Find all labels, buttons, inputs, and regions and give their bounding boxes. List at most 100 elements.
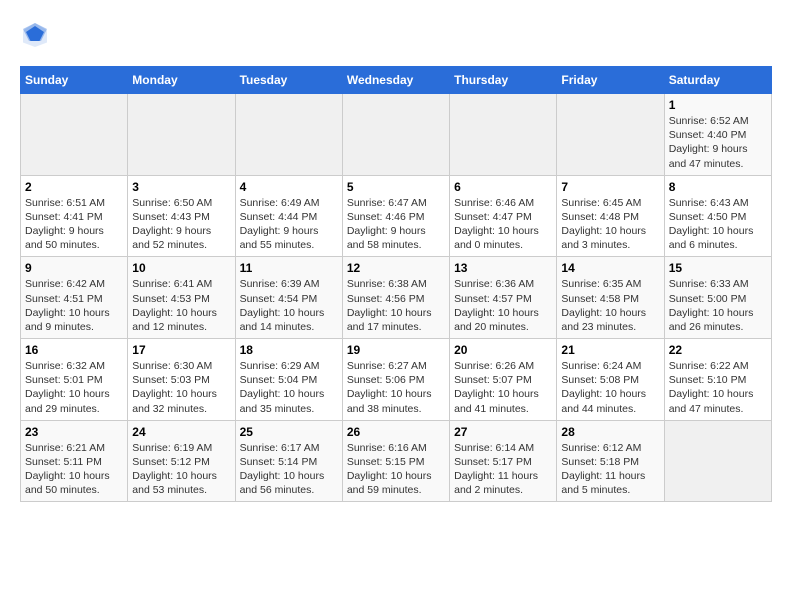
day-number: 24 bbox=[132, 425, 230, 439]
weekday-header: Friday bbox=[557, 67, 664, 94]
page-header bbox=[20, 20, 772, 50]
calendar-header-row: SundayMondayTuesdayWednesdayThursdayFrid… bbox=[21, 67, 772, 94]
logo bbox=[20, 20, 56, 50]
calendar-cell: 6Sunrise: 6:46 AM Sunset: 4:47 PM Daylig… bbox=[450, 175, 557, 257]
day-number: 12 bbox=[347, 261, 445, 275]
day-number: 7 bbox=[561, 180, 659, 194]
calendar-cell: 10 Sunrise: 6:41 AM Sunset: 4:53 PM Dayli… bbox=[128, 257, 235, 339]
calendar-cell: 23 Sunrise: 6:21 AM Sunset: 5:11 PM Dayli… bbox=[21, 420, 128, 502]
weekday-header: Saturday bbox=[664, 67, 771, 94]
day-info: Sunrise: 6:36 AM Sunset: 4:57 PM Dayligh… bbox=[454, 277, 552, 334]
calendar-cell: 17 Sunrise: 6:30 AM Sunset: 5:03 PM Dayli… bbox=[128, 339, 235, 421]
calendar-cell: 16 Sunrise: 6:32 AM Sunset: 5:01 PM Dayli… bbox=[21, 339, 128, 421]
calendar-cell: 1 Sunrise: 6:52 AM Sunset: 4:40 PM Daylig… bbox=[664, 94, 771, 176]
calendar-week-row: 2 Sunrise: 6:51 AM Sunset: 4:41 PM Daylig… bbox=[21, 175, 772, 257]
calendar-cell: 22Sunrise: 6:22 AM Sunset: 5:10 PM Dayli… bbox=[664, 339, 771, 421]
day-info: Sunrise: 6:19 AM Sunset: 5:12 PM Dayligh… bbox=[132, 441, 230, 498]
day-info: Sunrise: 6:45 AM Sunset: 4:48 PM Dayligh… bbox=[561, 196, 659, 253]
calendar-cell: 11 Sunrise: 6:39 AM Sunset: 4:54 PM Dayli… bbox=[235, 257, 342, 339]
day-number: 21 bbox=[561, 343, 659, 357]
calendar-cell: 20 Sunrise: 6:26 AM Sunset: 5:07 PM Dayli… bbox=[450, 339, 557, 421]
calendar-cell: 3Sunrise: 6:50 AM Sunset: 4:43 PM Daylig… bbox=[128, 175, 235, 257]
calendar-cell: 7 Sunrise: 6:45 AM Sunset: 4:48 PM Daylig… bbox=[557, 175, 664, 257]
calendar-cell: 8 Sunrise: 6:43 AM Sunset: 4:50 PM Daylig… bbox=[664, 175, 771, 257]
calendar-cell bbox=[21, 94, 128, 176]
day-info: Sunrise: 6:27 AM Sunset: 5:06 PM Dayligh… bbox=[347, 359, 445, 416]
day-info: Sunrise: 6:33 AM Sunset: 5:00 PM Dayligh… bbox=[669, 277, 767, 334]
day-number: 10 bbox=[132, 261, 230, 275]
day-number: 23 bbox=[25, 425, 123, 439]
weekday-header: Monday bbox=[128, 67, 235, 94]
day-number: 18 bbox=[240, 343, 338, 357]
calendar-cell: 21 Sunrise: 6:24 AM Sunset: 5:08 PM Dayli… bbox=[557, 339, 664, 421]
day-number: 17 bbox=[132, 343, 230, 357]
day-info: Sunrise: 6:26 AM Sunset: 5:07 PM Dayligh… bbox=[454, 359, 552, 416]
day-number: 6 bbox=[454, 180, 552, 194]
calendar-cell bbox=[557, 94, 664, 176]
calendar-cell: 13 Sunrise: 6:36 AM Sunset: 4:57 PM Dayli… bbox=[450, 257, 557, 339]
day-number: 3 bbox=[132, 180, 230, 194]
calendar-table: SundayMondayTuesdayWednesdayThursdayFrid… bbox=[20, 66, 772, 502]
day-info: Sunrise: 6:42 AM Sunset: 4:51 PM Dayligh… bbox=[25, 277, 123, 334]
calendar-cell: 2 Sunrise: 6:51 AM Sunset: 4:41 PM Daylig… bbox=[21, 175, 128, 257]
day-info: Sunrise: 6:32 AM Sunset: 5:01 PM Dayligh… bbox=[25, 359, 123, 416]
day-number: 8 bbox=[669, 180, 767, 194]
calendar-cell bbox=[664, 420, 771, 502]
calendar-cell: 24 Sunrise: 6:19 AM Sunset: 5:12 PM Dayli… bbox=[128, 420, 235, 502]
day-info: Sunrise: 6:16 AM Sunset: 5:15 PM Dayligh… bbox=[347, 441, 445, 498]
calendar-cell: 28 Sunrise: 6:12 AM Sunset: 5:18 PM Dayli… bbox=[557, 420, 664, 502]
day-number: 22 bbox=[669, 343, 767, 357]
day-number: 13 bbox=[454, 261, 552, 275]
calendar-cell: 14Sunrise: 6:35 AM Sunset: 4:58 PM Dayli… bbox=[557, 257, 664, 339]
day-info: Sunrise: 6:17 AM Sunset: 5:14 PM Dayligh… bbox=[240, 441, 338, 498]
calendar-cell: 15 Sunrise: 6:33 AM Sunset: 5:00 PM Dayli… bbox=[664, 257, 771, 339]
calendar-cell: 18 Sunrise: 6:29 AM Sunset: 5:04 PM Dayli… bbox=[235, 339, 342, 421]
day-number: 16 bbox=[25, 343, 123, 357]
day-info: Sunrise: 6:47 AM Sunset: 4:46 PM Dayligh… bbox=[347, 196, 445, 253]
calendar-cell: 25 Sunrise: 6:17 AM Sunset: 5:14 PM Dayli… bbox=[235, 420, 342, 502]
calendar-cell: 5 Sunrise: 6:47 AM Sunset: 4:46 PM Daylig… bbox=[342, 175, 449, 257]
day-info: Sunrise: 6:39 AM Sunset: 4:54 PM Dayligh… bbox=[240, 277, 338, 334]
day-info: Sunrise: 6:43 AM Sunset: 4:50 PM Dayligh… bbox=[669, 196, 767, 253]
day-number: 20 bbox=[454, 343, 552, 357]
calendar-cell bbox=[342, 94, 449, 176]
day-number: 9 bbox=[25, 261, 123, 275]
day-info: Sunrise: 6:38 AM Sunset: 4:56 PM Dayligh… bbox=[347, 277, 445, 334]
calendar-cell: 4Sunrise: 6:49 AM Sunset: 4:44 PM Daylig… bbox=[235, 175, 342, 257]
day-info: Sunrise: 6:14 AM Sunset: 5:17 PM Dayligh… bbox=[454, 441, 552, 498]
calendar-cell: 27Sunrise: 6:14 AM Sunset: 5:17 PM Dayli… bbox=[450, 420, 557, 502]
weekday-header: Thursday bbox=[450, 67, 557, 94]
day-number: 2 bbox=[25, 180, 123, 194]
day-info: Sunrise: 6:30 AM Sunset: 5:03 PM Dayligh… bbox=[132, 359, 230, 416]
day-info: Sunrise: 6:52 AM Sunset: 4:40 PM Dayligh… bbox=[669, 114, 767, 171]
weekday-header: Tuesday bbox=[235, 67, 342, 94]
day-info: Sunrise: 6:21 AM Sunset: 5:11 PM Dayligh… bbox=[25, 441, 123, 498]
day-info: Sunrise: 6:51 AM Sunset: 4:41 PM Dayligh… bbox=[25, 196, 123, 253]
day-info: Sunrise: 6:12 AM Sunset: 5:18 PM Dayligh… bbox=[561, 441, 659, 498]
calendar-week-row: 23 Sunrise: 6:21 AM Sunset: 5:11 PM Dayli… bbox=[21, 420, 772, 502]
day-number: 25 bbox=[240, 425, 338, 439]
day-info: Sunrise: 6:29 AM Sunset: 5:04 PM Dayligh… bbox=[240, 359, 338, 416]
calendar-cell: 19 Sunrise: 6:27 AM Sunset: 5:06 PM Dayli… bbox=[342, 339, 449, 421]
day-number: 19 bbox=[347, 343, 445, 357]
logo-icon bbox=[20, 20, 50, 50]
weekday-header: Sunday bbox=[21, 67, 128, 94]
calendar-cell: 26Sunrise: 6:16 AM Sunset: 5:15 PM Dayli… bbox=[342, 420, 449, 502]
day-info: Sunrise: 6:24 AM Sunset: 5:08 PM Dayligh… bbox=[561, 359, 659, 416]
calendar-cell bbox=[450, 94, 557, 176]
calendar-cell: 9 Sunrise: 6:42 AM Sunset: 4:51 PM Daylig… bbox=[21, 257, 128, 339]
day-number: 5 bbox=[347, 180, 445, 194]
day-info: Sunrise: 6:35 AM Sunset: 4:58 PM Dayligh… bbox=[561, 277, 659, 334]
day-number: 1 bbox=[669, 98, 767, 112]
calendar-cell bbox=[235, 94, 342, 176]
calendar-cell: 12 Sunrise: 6:38 AM Sunset: 4:56 PM Dayli… bbox=[342, 257, 449, 339]
day-number: 28 bbox=[561, 425, 659, 439]
calendar-cell bbox=[128, 94, 235, 176]
calendar-week-row: 16 Sunrise: 6:32 AM Sunset: 5:01 PM Dayli… bbox=[21, 339, 772, 421]
day-number: 11 bbox=[240, 261, 338, 275]
calendar-week-row: 9 Sunrise: 6:42 AM Sunset: 4:51 PM Daylig… bbox=[21, 257, 772, 339]
day-info: Sunrise: 6:41 AM Sunset: 4:53 PM Dayligh… bbox=[132, 277, 230, 334]
day-number: 4 bbox=[240, 180, 338, 194]
day-number: 15 bbox=[669, 261, 767, 275]
weekday-header: Wednesday bbox=[342, 67, 449, 94]
